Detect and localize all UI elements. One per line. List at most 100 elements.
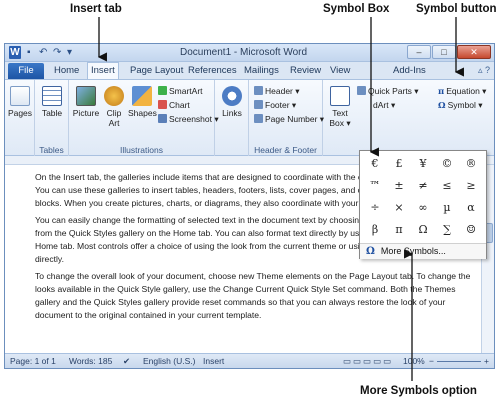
symbol-button[interactable]: Ω Symbol ▾ [438, 100, 483, 112]
symbol-cell[interactable]: Ω [412, 221, 434, 238]
insert-mode[interactable]: Insert [203, 356, 224, 366]
symbol-cell[interactable]: ® [460, 155, 482, 172]
symbol-cell[interactable]: π [388, 221, 410, 238]
tab-insert[interactable]: Insert [87, 62, 119, 79]
paragraph[interactable]: To change the overall look of your docum… [35, 270, 475, 322]
illustrations-group-label: Illustrations [120, 145, 163, 155]
symbol-cell[interactable]: € [364, 155, 386, 172]
close-button[interactable]: ✕ [457, 45, 491, 59]
header-footer-group-label: Header & Footer [254, 145, 317, 155]
symbol-cell[interactable]: ± [388, 177, 410, 194]
callout-insert-tab: Insert tab [70, 3, 122, 15]
proofing-icon[interactable]: ✔ [123, 356, 130, 367]
picture-icon [76, 86, 96, 106]
tab-view[interactable]: View [327, 64, 353, 78]
word-logo-icon[interactable]: W [9, 46, 21, 59]
undo-icon[interactable]: ↶ [39, 46, 47, 59]
symbol-cell[interactable]: ÷ [364, 199, 386, 216]
symbol-cell[interactable]: µ [436, 199, 458, 216]
header-label: Header ▾ [265, 86, 300, 96]
ribbon-tab-row: File Home Insert Page Layout References … [5, 62, 494, 79]
quick-parts-icon [357, 86, 366, 95]
text-box-label: Text Box ▾ [329, 108, 351, 128]
symbol-cell[interactable]: £ [388, 155, 410, 172]
maximize-button[interactable]: □ [432, 45, 456, 59]
tab-page-layout[interactable]: Page Layout [127, 64, 186, 78]
zoom-level[interactable]: 100% [403, 356, 425, 366]
symbol-cell[interactable]: ≤ [436, 177, 458, 194]
picture-button[interactable]: Picture [72, 86, 100, 118]
symbol-cell[interactable]: β [364, 221, 386, 238]
wordart-label: dArt ▾ [373, 100, 396, 110]
header-icon [254, 86, 263, 95]
symbol-cell[interactable]: α [460, 199, 482, 216]
chart-icon [158, 100, 167, 109]
equation-button[interactable]: π Equation ▾ [438, 86, 486, 98]
symbol-cell[interactable]: ∑ [436, 221, 458, 238]
page-number-label: Page Number ▾ [265, 114, 325, 124]
group-illustrations: Picture Clip Art Shapes SmartArt Chart S… [69, 80, 219, 156]
symbol-gallery: € £ ¥ © ® ™ ± ≠ ≤ ≥ ÷ × ∞ µ α β π Ω ∑ ☺ Ω More Symbols... [359, 150, 487, 259]
pi-icon: π [438, 87, 445, 97]
view-buttons-icon[interactable]: ▭▭▭▭▭ [343, 356, 393, 367]
symbol-label: Symbol ▾ [447, 100, 483, 110]
minimize-button[interactable]: – [407, 45, 431, 59]
shapes-button[interactable]: Shapes [128, 86, 157, 118]
text-box-button[interactable]: Text Box ▾ [327, 86, 353, 128]
symbol-cell[interactable]: ≠ [412, 177, 434, 194]
symbol-cell[interactable]: ™ [364, 177, 386, 194]
clip-art-button[interactable]: Clip Art [102, 86, 126, 128]
wordart-button[interactable]: dArt ▾ [373, 100, 395, 111]
pages-label: Pages [7, 108, 33, 118]
screenshot-button[interactable]: Screenshot ▾ [158, 114, 219, 125]
text-box-icon [330, 86, 350, 106]
symbol-cell[interactable]: ¥ [412, 155, 434, 172]
tab-home[interactable]: Home [51, 64, 82, 78]
status-bar: Page: 1 of 1 Words: 185 ✔ English (U.S.)… [5, 353, 494, 368]
tab-file[interactable]: File [8, 63, 44, 79]
customize-quick-access-icon[interactable]: ▾ [67, 46, 72, 59]
tab-add-ins[interactable]: Add-Ins [390, 64, 429, 78]
zoom-in-icon[interactable]: + [484, 356, 489, 366]
group-text: Text Box ▾ Quick Parts ▾ dArt ▾ [323, 80, 433, 156]
pages-icon [10, 86, 30, 106]
group-pages: Pages [5, 80, 35, 156]
chart-button[interactable]: Chart [158, 100, 190, 111]
group-tables: Table Tables [35, 80, 69, 156]
symbol-cell[interactable]: × [388, 199, 410, 216]
table-button[interactable]: Table [38, 86, 66, 118]
zoom-slider[interactable] [437, 361, 481, 362]
callout-more-symbols-option: More Symbols option [360, 385, 477, 397]
page-number-button[interactable]: Page Number ▾ [254, 114, 324, 125]
more-symbols-option[interactable]: Ω More Symbols... [360, 243, 486, 259]
zoom-out-icon[interactable]: − [429, 356, 434, 366]
links-label: Links [222, 108, 242, 118]
tab-review[interactable]: Review [287, 64, 324, 78]
links-button[interactable]: Links [219, 86, 245, 118]
screenshot-icon [158, 114, 167, 123]
tab-references[interactable]: References [185, 64, 240, 78]
callout-symbol-button: Symbol button [416, 3, 497, 15]
word-count[interactable]: Words: 185 [69, 356, 112, 366]
tab-mailings[interactable]: Mailings [241, 64, 282, 78]
group-links: Links [215, 80, 249, 156]
symbol-cell[interactable]: ☺ [460, 221, 482, 238]
smartart-button[interactable]: SmartArt [158, 86, 203, 97]
footer-button[interactable]: Footer ▾ [254, 100, 296, 111]
help-icon[interactable]: ▵ ? [478, 65, 490, 76]
pages-button[interactable]: Pages [7, 86, 33, 118]
header-button[interactable]: Header ▾ [254, 86, 300, 97]
omega-icon: Ω [438, 101, 446, 111]
window-title: Document1 - Microsoft Word [180, 47, 308, 58]
language[interactable]: English (U.S.) [143, 356, 195, 366]
omega-icon: Ω [366, 246, 375, 257]
symbol-cell[interactable]: © [436, 155, 458, 172]
links-icon [222, 86, 242, 106]
picture-label: Picture [72, 108, 100, 118]
symbol-cell[interactable]: ≥ [460, 177, 482, 194]
page-count[interactable]: Page: 1 of 1 [10, 356, 56, 366]
quick-parts-button[interactable]: Quick Parts ▾ [357, 86, 419, 97]
redo-icon[interactable]: ↷ [53, 46, 61, 59]
save-icon[interactable]: ▪ [27, 46, 31, 59]
symbol-cell[interactable]: ∞ [412, 199, 434, 216]
